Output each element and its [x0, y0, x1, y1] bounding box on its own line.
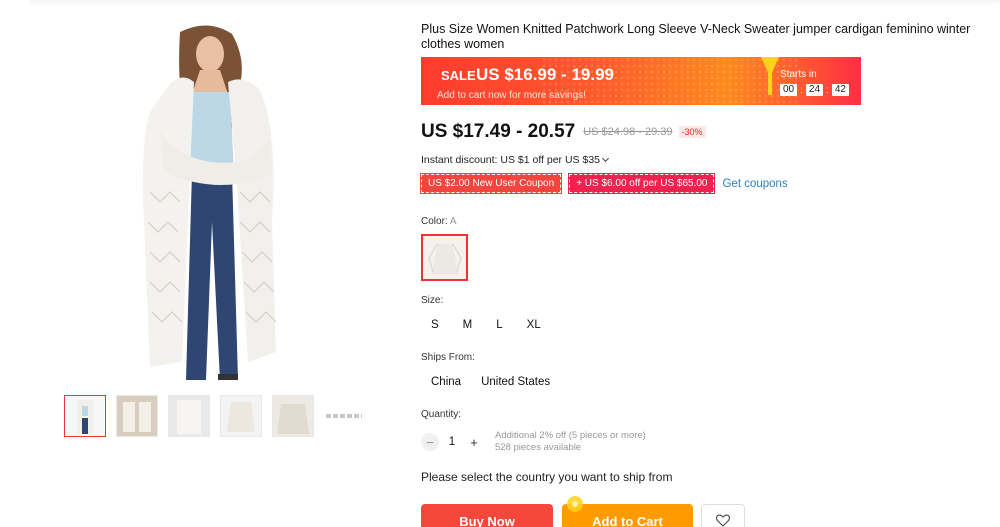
thumbnail-4[interactable] — [220, 395, 262, 437]
color-label: Color: A — [421, 216, 457, 227]
quantity-notes: Additional 2% off (5 pieces or more) 528… — [495, 430, 646, 454]
color-label-text: Color: — [421, 216, 448, 227]
coupon-row: US $2.00 New User Coupon + US $6.00 off … — [419, 173, 788, 194]
countdown-separator: : — [800, 84, 803, 96]
thumbnail-more-icon[interactable] — [324, 395, 364, 437]
product-main-image[interactable] — [120, 22, 310, 382]
sale-subtitle: Add to cart now for more savings! — [437, 90, 586, 101]
quantity-stepper: − 1 + Additional 2% off (5 pieces or mor… — [421, 430, 646, 454]
ship-country-message: Please select the country you want to sh… — [421, 470, 673, 484]
ships-from-options: China United States — [421, 373, 560, 391]
discount-badge: -30% — [678, 126, 706, 138]
thumbnail-5[interactable] — [272, 395, 314, 437]
sale-banner: SALE US $16.99 - 19.99 Add to cart now f… — [421, 57, 861, 105]
new-user-coupon[interactable]: US $2.00 New User Coupon — [419, 173, 563, 194]
original-price: US $24.98 - 29.39 — [583, 126, 673, 138]
quantity-plus-button[interactable]: + — [465, 433, 483, 451]
countdown-separator: : — [826, 84, 829, 96]
size-label: Size: — [421, 295, 444, 306]
current-price: US $17.49 - 20.57 — [421, 121, 576, 142]
top-shadow — [30, 0, 1000, 6]
ships-from-china[interactable]: China — [421, 373, 471, 391]
countdown-timer: 00 : 24 : 42 — [780, 84, 849, 96]
stock-note: 528 pieces available — [495, 442, 582, 453]
countdown-hours: 00 — [780, 84, 798, 96]
heart-icon — [716, 514, 730, 527]
cursor-highlight-icon — [567, 496, 583, 512]
chevron-down-icon — [601, 154, 610, 163]
size-options: S M L XL — [421, 316, 553, 334]
store-coupon[interactable]: + US $6.00 off per US $65.00 — [568, 173, 716, 194]
product-title: Plus Size Women Knitted Patchwork Long S… — [421, 22, 971, 51]
quantity-minus-button[interactable]: − — [421, 433, 439, 451]
sale-label: SALE — [441, 68, 476, 83]
quantity-label: Quantity: — [421, 409, 462, 420]
wishlist-button[interactable] — [701, 504, 745, 527]
buy-now-button[interactable]: Buy Now — [421, 504, 553, 527]
get-coupons-link[interactable]: Get coupons — [722, 178, 787, 190]
ribbon-stem — [768, 73, 772, 95]
ships-from-label: Ships From: — [421, 352, 475, 363]
size-option-xl[interactable]: XL — [515, 316, 553, 334]
color-swatch-a[interactable] — [421, 234, 468, 281]
size-option-l[interactable]: L — [484, 316, 514, 334]
sale-price: US $16.99 - 19.99 — [476, 65, 614, 84]
color-selected-value: A — [449, 216, 457, 227]
countdown-minutes: 24 — [805, 84, 824, 96]
starts-in-label: Starts in — [780, 69, 817, 80]
thumbnail-3[interactable] — [168, 395, 210, 437]
ships-from-united-states[interactable]: United States — [471, 373, 560, 391]
size-option-s[interactable]: S — [421, 316, 451, 334]
bulk-discount-note: Additional 2% off (5 pieces or more) — [495, 430, 646, 441]
thumbnail-strip — [64, 395, 364, 437]
price-row: US $17.49 - 20.57 US $24.98 - 29.39 -30% — [421, 121, 706, 143]
thumbnail-2[interactable] — [116, 395, 158, 437]
instant-discount-text: Instant discount: US $1 off per US $35 — [421, 154, 600, 166]
thumbnail-1[interactable] — [64, 395, 106, 437]
countdown-seconds: 42 — [831, 84, 849, 96]
size-option-m[interactable]: M — [451, 316, 485, 334]
instant-discount[interactable]: Instant discount: US $1 off per US $35 — [421, 154, 610, 166]
quantity-input[interactable]: 1 — [439, 436, 465, 448]
